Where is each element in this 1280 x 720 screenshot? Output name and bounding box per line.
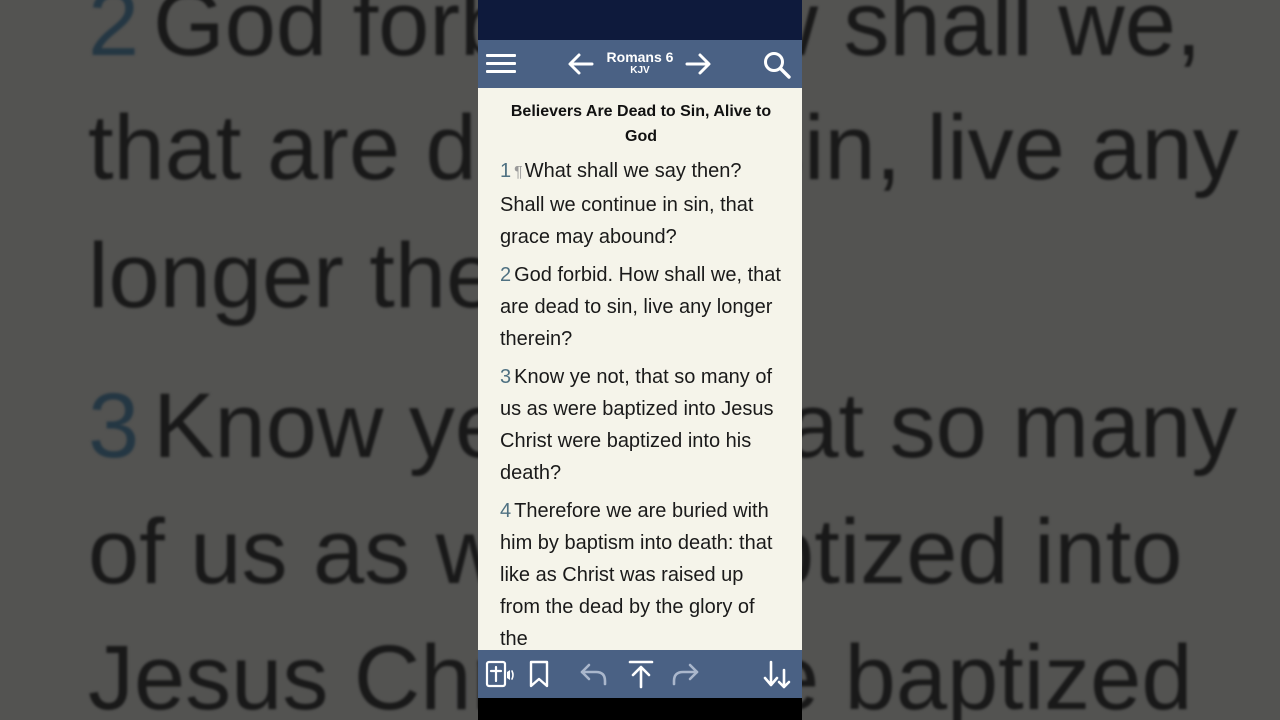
arrow-right-icon[interactable]: [683, 50, 713, 78]
verse-number: 2: [500, 264, 512, 286]
bottom-toolbar: [478, 650, 802, 698]
search-icon[interactable]: [762, 50, 792, 80]
verse-number: 3: [500, 366, 512, 388]
verse[interactable]: 1 ¶ What shall we say then? Shall we conti…: [500, 155, 782, 253]
verse-number: 1: [500, 160, 512, 182]
verse-text: What shall we say then? Shall we continu…: [500, 160, 754, 248]
verse-text: Therefore we are buried with him by bapt…: [500, 500, 773, 650]
section-heading: Believers Are Dead to Sin, Alive to God: [510, 103, 772, 145]
system-navigation-bar: [478, 698, 802, 720]
sort-down-icon[interactable]: [762, 658, 794, 690]
verse-text: Know ye not, that so many of us as were …: [500, 366, 774, 484]
status-bar: [478, 0, 802, 40]
undo-icon[interactable]: [577, 658, 609, 690]
verse[interactable]: 3 Know ye not, that so many of us as were…: [500, 361, 782, 489]
redo-icon[interactable]: [670, 658, 702, 690]
app-bar: Romans 6 KJV: [478, 40, 802, 88]
phone-screen: Romans 6 KJV Believers Are Dead to Sin, …: [478, 0, 802, 720]
hamburger-menu-icon[interactable]: [486, 51, 516, 77]
chapter-content[interactable]: Believers Are Dead to Sin, Alive to God …: [478, 88, 802, 650]
bookmark-icon[interactable]: [523, 658, 555, 690]
paragraph-mark: ¶: [514, 164, 523, 181]
chapter-selector[interactable]: Romans 6 KJV: [596, 49, 684, 77]
arrow-up-to-top-icon[interactable]: [625, 658, 657, 690]
video-frame: 2God forbid. How shall we, that are dead…: [0, 0, 1280, 720]
verse-number: 4: [500, 500, 512, 522]
verse[interactable]: 4 Therefore we are buried with him by bap…: [500, 495, 782, 650]
chapter-name: Romans 6: [606, 49, 674, 65]
version-name: KJV: [630, 65, 650, 76]
bible-audio-icon[interactable]: [484, 658, 516, 690]
verse-text: God forbid. How shall we, that are dead …: [500, 264, 781, 350]
verse[interactable]: 2 God forbid. How shall we, that are dead…: [500, 259, 782, 355]
arrow-left-icon[interactable]: [566, 50, 596, 78]
